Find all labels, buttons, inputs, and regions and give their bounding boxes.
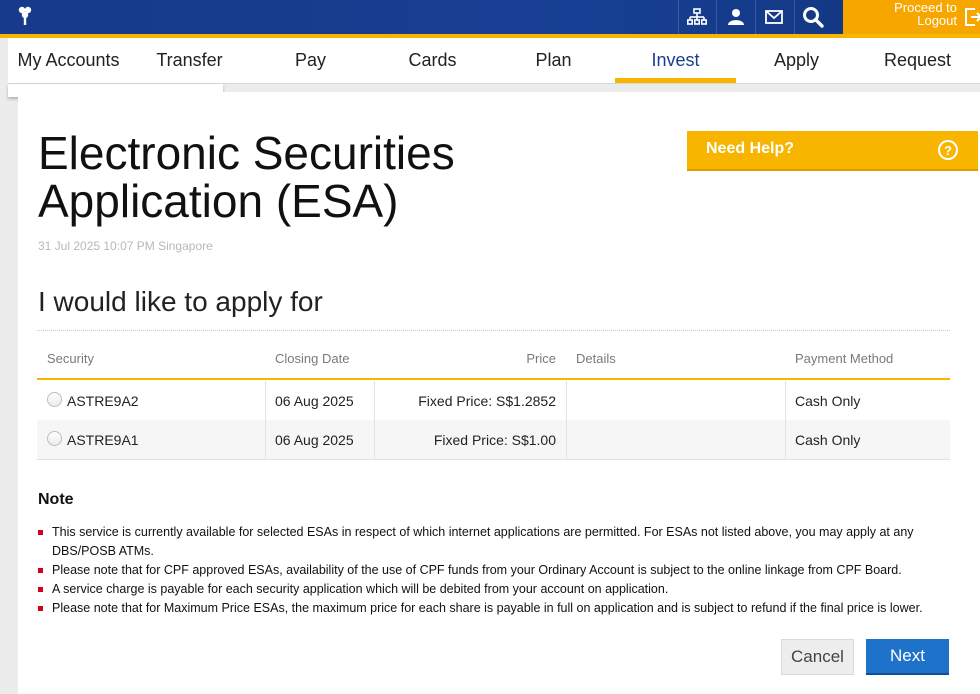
column-header-security: Security — [47, 351, 94, 366]
sitemap-icon[interactable] — [680, 3, 714, 31]
note-item: This service is currently available for … — [38, 523, 958, 561]
logout-button[interactable]: Proceed to Logout — [843, 0, 980, 34]
top-bar: Proceed to Logout — [0, 0, 980, 34]
note-heading: Note — [38, 491, 74, 508]
divider — [794, 0, 795, 34]
divider — [265, 420, 266, 460]
closing-date: 06 Aug 2025 — [275, 432, 354, 448]
divider — [678, 0, 679, 34]
tab-my-accounts[interactable]: My Accounts — [8, 38, 129, 84]
column-header-payment-method: Payment Method — [795, 351, 894, 366]
tab-transfer[interactable]: Transfer — [129, 38, 250, 84]
divider — [785, 381, 786, 421]
column-header-closing-date: Closing Date — [275, 351, 350, 366]
next-button[interactable]: Next — [866, 639, 949, 675]
payment-method: Cash Only — [795, 432, 861, 448]
note-item: A service charge is payable for each sec… — [38, 580, 958, 599]
price: Fixed Price: S$1.00 — [433, 432, 556, 448]
page-timestamp: 31 Jul 2025 10:07 PM Singapore — [38, 239, 213, 253]
security-radio[interactable] — [47, 431, 62, 446]
main-nav: My Accounts Transfer Pay Cards Plan Inve… — [8, 38, 980, 84]
table-header: Security Closing Date Price Details Paym… — [37, 340, 950, 380]
closing-date: 06 Aug 2025 — [275, 393, 354, 409]
security-code: ASTRE9A1 — [67, 432, 139, 448]
need-help-button[interactable]: Need Help? ? — [687, 131, 978, 171]
active-tab-indicator — [615, 78, 736, 83]
user-icon[interactable] — [719, 3, 753, 31]
payment-method: Cash Only — [795, 393, 861, 409]
note-item: Please note that for Maximum Price ESAs,… — [38, 599, 958, 618]
search-icon[interactable] — [796, 3, 830, 31]
security-code: ASTRE9A2 — [67, 393, 139, 409]
bank-logo-icon[interactable] — [14, 4, 36, 28]
tab-pay[interactable]: Pay — [250, 38, 371, 84]
table-row[interactable]: ASTRE9A1 06 Aug 2025 Fixed Price: S$1.00… — [37, 420, 950, 460]
table-row[interactable]: ASTRE9A2 06 Aug 2025 Fixed Price: S$1.28… — [37, 381, 950, 421]
help-icon: ? — [938, 140, 958, 160]
cancel-button[interactable]: Cancel — [781, 639, 854, 675]
note-item: Please note that for CPF approved ESAs, … — [38, 561, 958, 580]
mail-icon[interactable] — [757, 3, 791, 31]
divider — [785, 420, 786, 460]
tab-cards[interactable]: Cards — [372, 38, 493, 84]
divider — [755, 0, 756, 34]
divider — [566, 381, 567, 421]
divider — [37, 330, 950, 331]
tab-request[interactable]: Request — [857, 38, 978, 84]
need-help-label: Need Help? — [706, 140, 795, 157]
column-header-details: Details — [576, 351, 616, 366]
logout-label: Proceed to Logout — [894, 0, 957, 28]
tab-apply[interactable]: Apply — [736, 38, 857, 84]
tab-plan[interactable]: Plan — [493, 38, 614, 84]
divider — [716, 0, 717, 34]
section-heading: I would like to apply for — [38, 286, 323, 317]
price: Fixed Price: S$1.2852 — [418, 393, 556, 409]
notes-list: This service is currently available for … — [38, 523, 958, 618]
security-radio[interactable] — [47, 392, 62, 407]
column-header-price: Price — [526, 351, 556, 366]
page-title: Electronic Securities Application (ESA) — [38, 127, 455, 227]
divider — [566, 420, 567, 460]
logout-icon — [965, 8, 980, 30]
divider — [265, 381, 266, 421]
